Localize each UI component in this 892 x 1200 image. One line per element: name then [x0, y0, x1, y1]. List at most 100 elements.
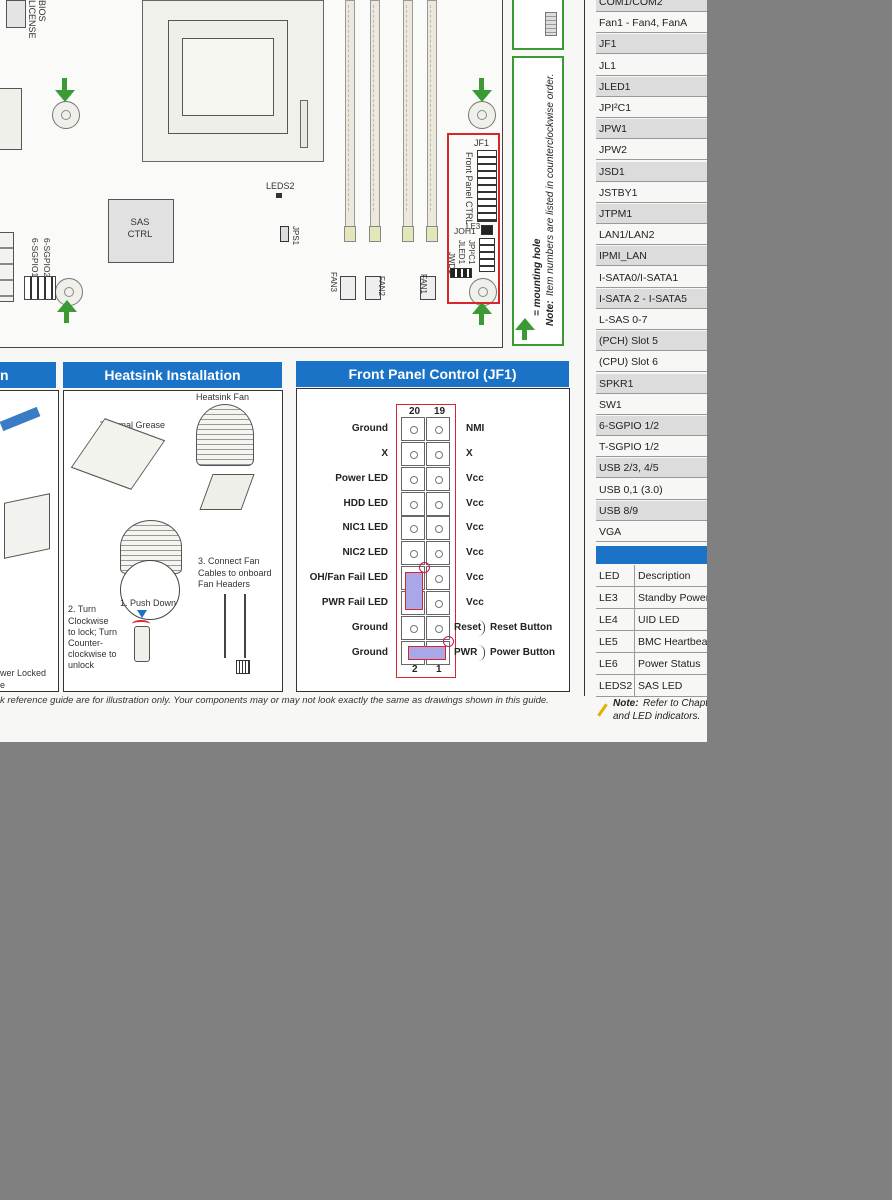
- jf1-pin: [401, 616, 425, 640]
- step2-label: Counter-: [68, 638, 104, 648]
- jumper-table-row: I-SATA 2 - I-SATA5: [596, 288, 707, 309]
- column-divider: [634, 609, 635, 630]
- step1-label: 1. Push Down: [120, 598, 177, 608]
- jf1-left-label: OH/Fan Fail LED: [309, 572, 388, 583]
- jf1-left-label: HDD LED: [343, 498, 388, 509]
- dimm-latch: [344, 226, 356, 242]
- jf1-pin: [401, 492, 425, 516]
- bios-chip: [6, 0, 26, 28]
- column-divider: [634, 653, 635, 674]
- pin-hole-icon: [435, 600, 443, 608]
- jumper-table-row: JPW1: [596, 119, 707, 140]
- pin-hole-icon: [435, 501, 443, 509]
- jumper-table-row: LAN1/LAN2: [596, 225, 707, 246]
- step3-label: Cables to onboard: [198, 568, 272, 578]
- jumper-table-row: JLED1: [596, 76, 707, 97]
- bottom-note-text: and LED indicators.: [613, 711, 701, 722]
- pin-hole-icon: [435, 476, 443, 484]
- rotate-indicator: [132, 620, 150, 628]
- dimm-latch: [369, 226, 381, 242]
- mounting-hole: [52, 101, 80, 129]
- jumper-table-row: JSD1: [596, 161, 707, 182]
- left-partial-header: n: [0, 362, 56, 388]
- jumper-table-row: L-SAS 0-7: [596, 310, 707, 330]
- column-divider: [634, 631, 635, 652]
- pin-1-label: 1: [436, 664, 442, 675]
- jpi2c1-header: [479, 238, 495, 272]
- note-text: Item numbers are listed in counterclockw…: [545, 73, 556, 297]
- jf1-label: JF1: [474, 138, 490, 148]
- jf1-pin: [426, 417, 450, 441]
- arrow-down-icon: [55, 90, 75, 102]
- pin-hole-icon: [410, 451, 418, 459]
- led-name: LE5: [599, 636, 618, 648]
- pin-hole-icon: [435, 525, 443, 533]
- pin-indicator-circle: [443, 636, 454, 647]
- cpu-socket-sketch: [4, 493, 50, 559]
- pin-hole-icon: [410, 501, 418, 509]
- leds2-label: LEDS2: [266, 181, 295, 191]
- pin-indicator-circle: [419, 562, 430, 573]
- jumper-table-row: (CPU) Slot 6: [596, 352, 707, 373]
- jf1-pin: [401, 467, 425, 491]
- quick-reference-scan: BIOS LICENSE SAS CTRL LEDS2 JPS1 6-SGPIO…: [0, 0, 707, 742]
- pin-hole-icon: [435, 575, 443, 583]
- power-locked-label: wer Locked: [0, 668, 47, 678]
- dimm-latch: [402, 226, 414, 242]
- fan-connector-sketch: [236, 660, 250, 674]
- fan-cable-sketch: [224, 594, 246, 658]
- jf1-right-label: PWR: [454, 647, 478, 658]
- pin-20-label: 20: [409, 406, 421, 417]
- fan3-label: FAN3: [329, 272, 338, 293]
- jf1-left-label: Power LED: [335, 473, 388, 484]
- led-table-row: LEDS2 SAS LED: [596, 675, 707, 697]
- jumper-table-row: JSTBY1: [596, 183, 707, 203]
- jumper-table-row: JL1: [596, 56, 707, 76]
- led-name: LED: [599, 570, 620, 582]
- pin-hole-icon: [435, 625, 443, 633]
- footer-disclaimer: k reference guide are for illustration o…: [0, 695, 549, 706]
- led-description: Standby Power: [638, 592, 707, 604]
- le3-label: LE3: [466, 222, 481, 231]
- license-label: LICENSE: [27, 0, 37, 39]
- power-locked-label: e: [0, 680, 6, 690]
- jf1-pin: [426, 442, 450, 466]
- jumper-table-row: JF1: [596, 34, 707, 55]
- bios-label: BIOS: [37, 0, 47, 22]
- led-table-row: LE6 Power Status: [596, 653, 707, 675]
- led-name: LE4: [599, 614, 618, 626]
- jf1-left-label: Ground: [351, 647, 388, 658]
- column-divider: [634, 587, 635, 608]
- push-pin-sketch: [134, 626, 150, 662]
- pin-hole-icon: [410, 525, 418, 533]
- led-table-header-bar: [596, 546, 707, 564]
- jf1-pin: [426, 492, 450, 516]
- pencil-icon: [597, 703, 608, 717]
- jf1-pin: [426, 591, 450, 615]
- arrow-up-icon: [64, 311, 69, 323]
- leds2-led: [276, 193, 282, 198]
- power-button-label: Power Button: [490, 647, 555, 658]
- jf1-pin: [426, 566, 450, 590]
- led-name: LE3: [599, 592, 618, 604]
- dimm-latch: [426, 226, 438, 242]
- fan3-header: [340, 276, 356, 300]
- jumper-table-row: IPMI_LAN: [596, 246, 707, 267]
- step2-label: Clockwise: [68, 616, 109, 626]
- jf1-header: [477, 150, 497, 222]
- jf1-left-label: Ground: [351, 622, 388, 633]
- jumper-table-row: SW1: [596, 395, 707, 415]
- joh1-header: [481, 225, 493, 235]
- jumper-table-row: Fan1 - Fan4, FanA: [596, 13, 707, 34]
- jf1-pin: [401, 541, 425, 565]
- column-divider: [634, 675, 635, 696]
- jled1-label: JLED1: [457, 240, 466, 265]
- jf1-left-label: PWR Fail LED: [321, 597, 388, 608]
- led-description: BMC Heartbeat: [638, 636, 707, 648]
- chipset: [0, 88, 22, 150]
- jf1-pin: [401, 516, 425, 540]
- jumper-table-row: COM1/COM2: [596, 0, 707, 12]
- led-name: LE6: [599, 658, 618, 670]
- led-description: Power Status: [638, 658, 701, 670]
- sgpio2-label: 6-SGPIO2: [42, 238, 52, 278]
